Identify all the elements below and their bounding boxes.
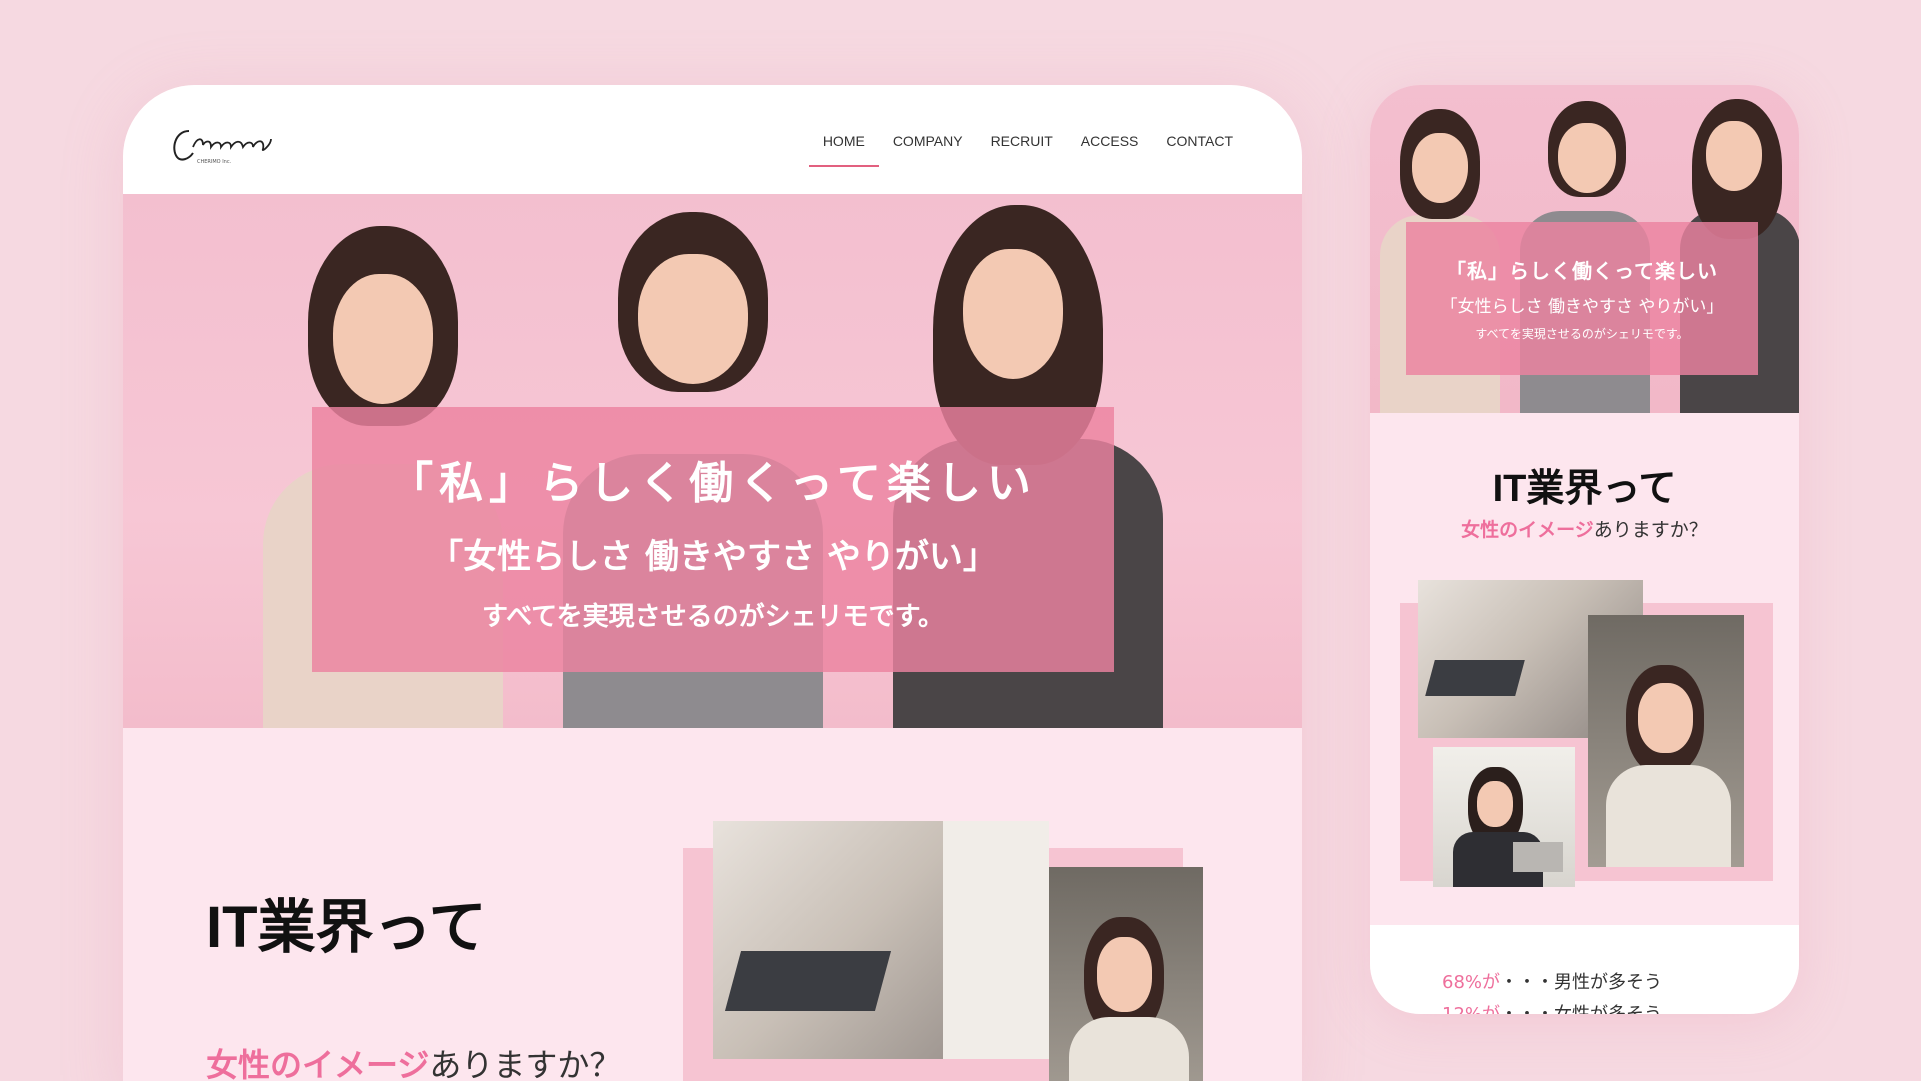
mobile-subtitle-rest: ありますか？ [1593, 519, 1708, 541]
section-subtitle: 女性のイメージありますか？ [206, 1040, 621, 1081]
mobile-hero-subheadline: 「女性らしさ 働きやすさ やりがい」 [1440, 297, 1724, 317]
main-nav: HOME COMPANY RECRUIT ACCESS CONTACT [808, 127, 1247, 167]
mobile-photo-woman-laptop [1588, 615, 1744, 867]
photo-laptop-desk [713, 821, 1049, 1059]
section-title: IT業界って [206, 895, 487, 960]
stat-text: ・・・男性が多そう [1500, 972, 1663, 993]
mobile-subtitle-highlight: 女性のイメージ [1461, 519, 1594, 541]
svg-text:CHERIMO Inc.: CHERIMO Inc. [197, 159, 232, 165]
stat-text: ・・・女性が多そう [1500, 1004, 1662, 1014]
nav-access[interactable]: ACCESS [1067, 127, 1153, 167]
hero-subheadline: 「女性らしさ 働きやすさ やりがい」 [429, 536, 997, 577]
stat-row: 68%が・・・男性が多そう [1442, 968, 1662, 994]
mobile-hero-message-box: 「私」らしく働くって楽しい 「女性らしさ 働きやすさ やりがい」 すべてを実現さ… [1406, 222, 1758, 375]
site-header: CHERIMO Inc. HOME COMPANY RECRUIT ACCESS… [123, 85, 1302, 194]
stat-percentage: 68%が [1442, 972, 1501, 993]
hero-section: 「私」らしく働くって楽しい 「女性らしさ 働きやすさ やりがい」 すべてを実現さ… [123, 194, 1302, 728]
mobile-section-title: IT業界って [1492, 468, 1677, 510]
subtitle-rest: ありますか？ [429, 1046, 622, 1081]
nav-company[interactable]: COMPANY [879, 127, 977, 167]
mobile-stats-panel: 68%が・・・男性が多そう 12%が・・・女性が多そう [1370, 925, 1799, 1014]
mobile-hero: 「私」らしく働くって楽しい 「女性らしさ 働きやすさ やりがい」 すべてを実現さ… [1370, 85, 1799, 413]
mobile-mockup: 「私」らしく働くって楽しい 「女性らしさ 働きやすさ やりがい」 すべてを実現さ… [1370, 85, 1799, 1014]
mobile-section-subtitle: 女性のイメージありますか？ [1370, 515, 1799, 542]
stat-percentage: 12%が [1442, 1004, 1500, 1014]
photo-woman-laptop [1049, 867, 1203, 1081]
brand-logo[interactable]: CHERIMO Inc. [167, 119, 287, 169]
nav-recruit[interactable]: RECRUIT [977, 127, 1067, 167]
nav-contact[interactable]: CONTACT [1152, 127, 1247, 167]
mobile-hero-headline: 「私」らしく働くって楽しい [1446, 259, 1718, 283]
nav-home[interactable]: HOME [808, 127, 879, 167]
hero-message-box: 「私」らしく働くって楽しい 「女性らしさ 働きやすさ やりがい」 すべてを実現さ… [312, 407, 1114, 672]
desktop-mockup: CHERIMO Inc. HOME COMPANY RECRUIT ACCESS… [123, 85, 1302, 1081]
mobile-photo-woman-office [1433, 747, 1575, 887]
mobile-hero-tagline: すべてを実現させるのがシェリモです。 [1475, 327, 1689, 341]
subtitle-highlight: 女性のイメージ [206, 1046, 430, 1081]
stat-row: 12%が・・・女性が多そう [1442, 1000, 1662, 1014]
hero-headline: 「私」らしく働くって楽しい [389, 457, 1037, 509]
hero-tagline: すべてを実現させるのがシェリモです。 [481, 601, 945, 632]
